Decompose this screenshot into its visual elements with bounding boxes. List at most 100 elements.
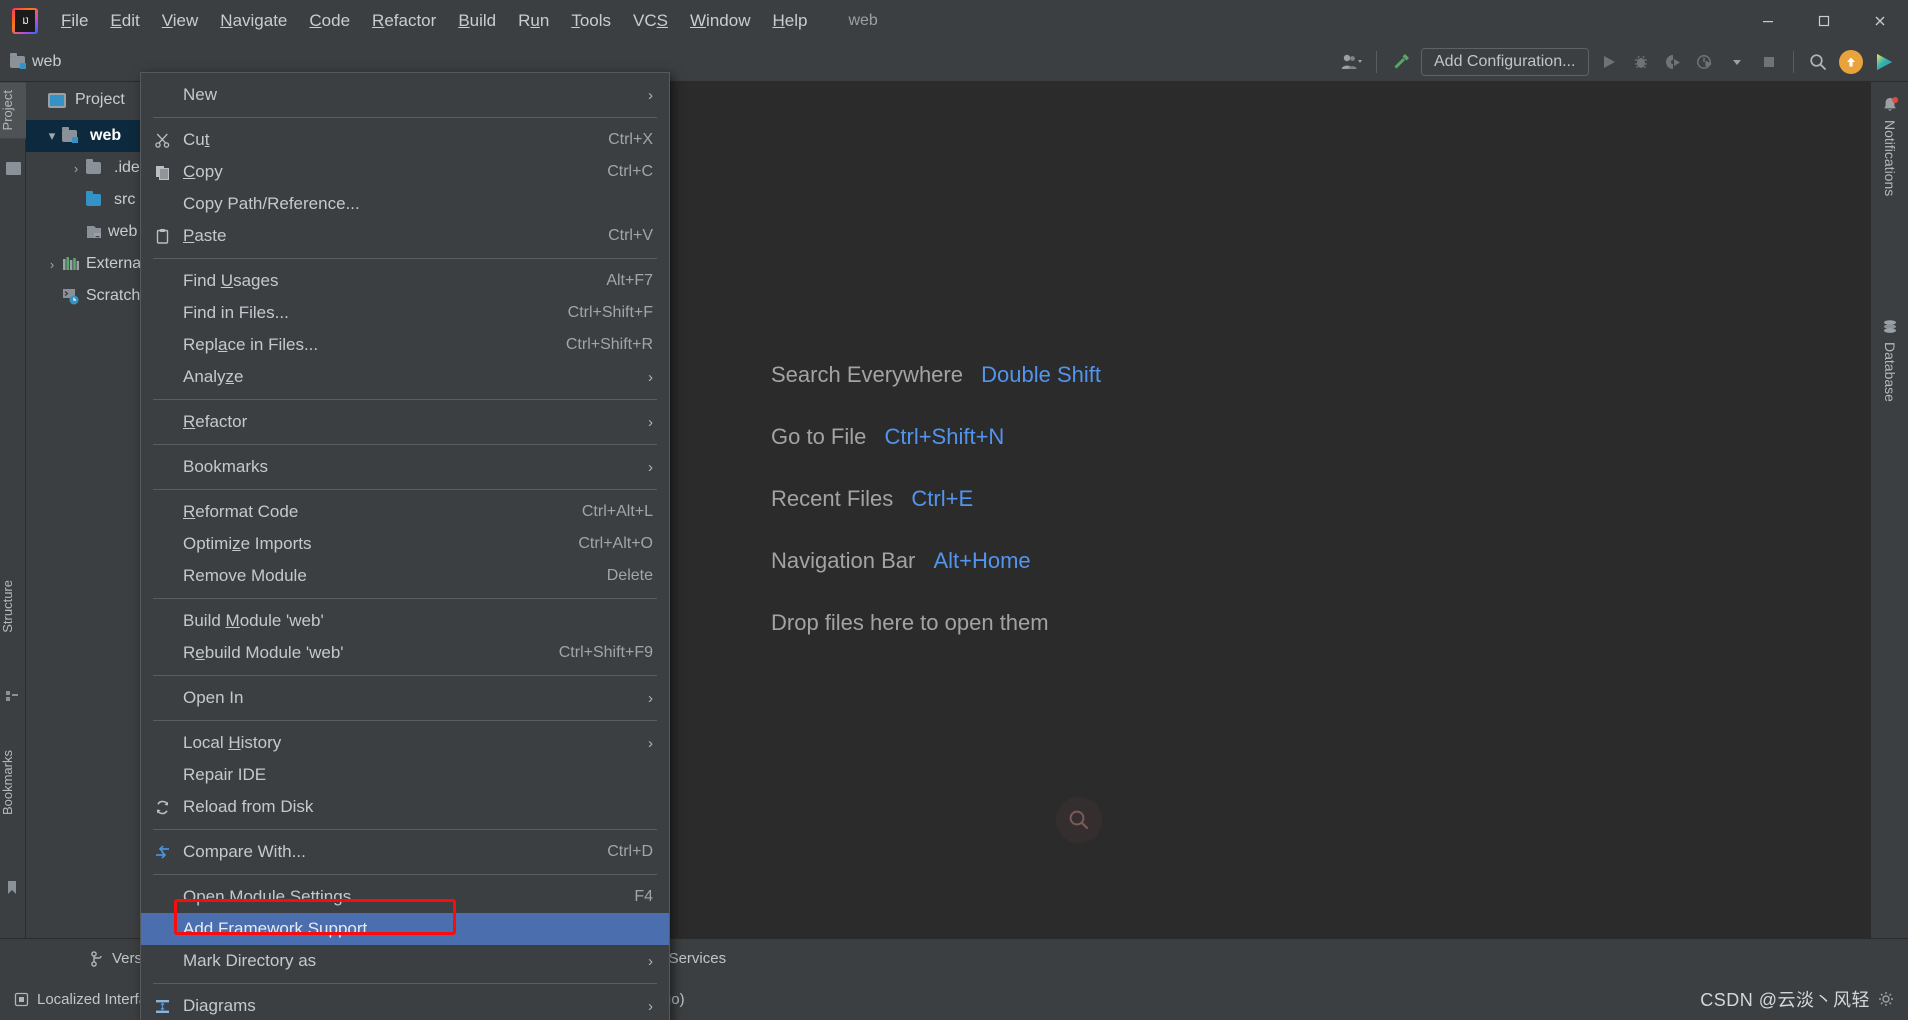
folder-strip-icon[interactable] (6, 162, 21, 175)
menu-run[interactable]: Run (507, 7, 560, 35)
sidebar-item-structure[interactable]: Structure (0, 572, 26, 641)
menu-item-label: New (183, 85, 218, 104)
chevron-down-icon[interactable]: ▾ (42, 128, 62, 144)
menu-item-optimize-imports[interactable]: Optimize Imports Ctrl+Alt+O (141, 528, 669, 560)
menu-item-repair-ide[interactable]: Repair IDE (141, 759, 669, 791)
editor-area[interactable]: Search Everywhere Double Shift Go to Fil… (666, 82, 1870, 938)
sidebar-item-project[interactable]: Project (0, 82, 26, 139)
search-icon[interactable] (1803, 47, 1833, 77)
copy-icon (141, 164, 183, 181)
menu-item-paste[interactable]: Paste Ctrl+V (141, 220, 669, 252)
menu-item-reformat-code[interactable]: Reformat Code Ctrl+Alt+L (141, 496, 669, 528)
bookmark-strip-icon[interactable] (6, 880, 21, 894)
run-icon[interactable] (1594, 47, 1624, 77)
menu-separator (153, 489, 657, 490)
web-folder-icon (86, 224, 102, 240)
csdn-watermark: CSDN @云淡丶风轻 (1700, 990, 1870, 1010)
profiler-icon[interactable] (1690, 47, 1720, 77)
menu-edit[interactable]: Edit (99, 7, 150, 35)
menu-item-add-framework-support[interactable]: Add Framework Support... (141, 913, 669, 945)
menu-item-label: Open In (183, 688, 244, 707)
menu-item-reload-from-disk[interactable]: Reload from Disk (141, 791, 669, 823)
sidebar-item-bookmarks[interactable]: Bookmarks (0, 742, 26, 823)
sidebar-item-notifications[interactable]: Notifications (1871, 96, 1908, 196)
menu-item-cut[interactable]: Cut Ctrl+X (141, 124, 669, 156)
chevron-down-icon[interactable] (1722, 47, 1752, 77)
compare-icon (141, 844, 183, 861)
menu-separator (153, 444, 657, 445)
menu-refactor[interactable]: Refactor (361, 7, 447, 35)
menu-item-remove-module[interactable]: Remove Module Delete (141, 560, 669, 592)
menu-help[interactable]: Help (761, 7, 818, 35)
menu-vcs[interactable]: VCS (622, 7, 679, 35)
menu-item-replace-in-files[interactable]: Replace in Files... Ctrl+Shift+R (141, 329, 669, 361)
run-with-coverage-icon[interactable] (1658, 47, 1688, 77)
chevron-right-icon: › (648, 952, 653, 970)
update-arrow-icon[interactable] (1839, 49, 1863, 74)
project-panel-title: Project (75, 91, 125, 108)
menu-build[interactable]: Build (447, 7, 507, 35)
navigation-bar[interactable]: web (10, 52, 62, 71)
menu-item-label: Add Framework Support... (183, 919, 382, 938)
scissors-icon (141, 132, 183, 149)
window-title: web (848, 12, 878, 29)
gear-icon[interactable] (1878, 991, 1894, 1007)
menu-navigate[interactable]: Navigate (209, 7, 298, 35)
welcome-shortcut: Double Shift (981, 362, 1101, 387)
menu-code[interactable]: Code (298, 7, 361, 35)
menu-item-refactor[interactable]: Refactor › (141, 406, 669, 438)
project-strip-label: Project (0, 90, 15, 131)
menu-item-bookmarks[interactable]: Bookmarks › (141, 451, 669, 483)
welcome-row: Go to File Ctrl+Shift+N (771, 424, 1101, 450)
menu-separator (153, 258, 657, 259)
ide-feature-icon[interactable] (1869, 47, 1899, 77)
menu-item-label: Refactor (183, 412, 248, 431)
stop-icon[interactable] (1754, 47, 1784, 77)
menu-separator (153, 874, 657, 875)
chevron-right-icon[interactable]: › (66, 161, 86, 176)
menu-item-new[interactable]: New › (141, 79, 669, 111)
menu-view[interactable]: View (151, 7, 210, 35)
menu-item-find-usages[interactable]: Find Usages Alt+F7 (141, 265, 669, 297)
welcome-action-label: Drop files here to open them (771, 610, 1049, 635)
navigation-bar-label: web (32, 52, 62, 70)
notifications-strip-label: Notifications (1882, 120, 1898, 197)
close-button[interactable] (1852, 0, 1908, 42)
menu-item-build-module[interactable]: Build Module 'web' (141, 605, 669, 637)
menu-item-diagrams[interactable]: Diagrams › (141, 990, 669, 1020)
menu-item-open-in[interactable]: Open In › (141, 682, 669, 714)
module-folder-icon (10, 52, 26, 69)
sidebar-item-database[interactable]: Database (1871, 318, 1908, 402)
menu-item-compare-with[interactable]: Compare With... Ctrl+D (141, 836, 669, 868)
menu-item-copy-path-reference[interactable]: Copy Path/Reference... (141, 188, 669, 220)
menu-item-analyze[interactable]: Analyze › (141, 361, 669, 393)
menu-item-open-module-settings[interactable]: Open Module Settings F4 (141, 881, 669, 913)
menu-item-copy[interactable]: Copy Ctrl+C (141, 156, 669, 188)
menu-item-shortcut: Ctrl+Shift+F9 (558, 644, 653, 661)
menu-tools[interactable]: Tools (560, 7, 622, 35)
menu-window[interactable]: Window (679, 7, 761, 35)
debug-icon[interactable] (1626, 47, 1656, 77)
chevron-right-icon: › (648, 86, 653, 104)
menu-item-rebuild-module[interactable]: Rebuild Module 'web' Ctrl+Shift+F9 (141, 637, 669, 669)
menu-bar: File Edit View Navigate Code Refactor Bu… (50, 0, 818, 42)
menu-separator (153, 720, 657, 721)
minimize-button[interactable] (1740, 0, 1796, 42)
chevron-right-icon: › (648, 458, 653, 476)
maximize-button[interactable] (1796, 0, 1852, 42)
clipboard-icon (141, 228, 183, 245)
add-configuration-button[interactable]: Add Configuration... (1421, 47, 1589, 76)
chevron-right-icon[interactable]: › (42, 257, 62, 272)
localization-icon (14, 992, 29, 1007)
chevron-right-icon: › (648, 368, 653, 386)
menu-item-local-history[interactable]: Local History › (141, 727, 669, 759)
welcome-shortcut: Ctrl+Shift+N (884, 424, 1005, 449)
hammer-build-icon[interactable] (1386, 47, 1416, 77)
title-bar: File Edit View Navigate Code Refactor Bu… (0, 0, 1908, 42)
menu-item-find-in-files[interactable]: Find in Files... Ctrl+Shift+F (141, 297, 669, 329)
menu-file[interactable]: File (50, 7, 99, 35)
menu-item-mark-directory-as[interactable]: Mark Directory as › (141, 945, 669, 977)
user-avatar-icon[interactable] (1337, 47, 1367, 77)
chevron-right-icon: › (648, 413, 653, 431)
structure-strip-icon[interactable] (6, 690, 19, 703)
